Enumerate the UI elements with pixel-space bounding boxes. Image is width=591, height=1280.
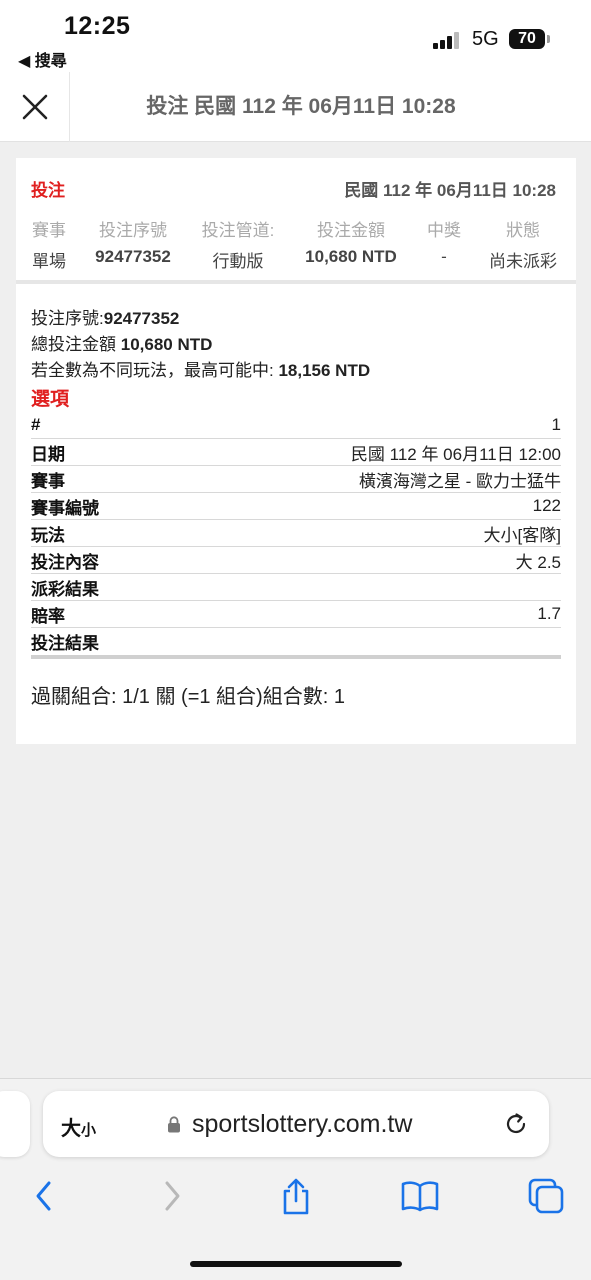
summary-header: 投注序號: [99, 221, 167, 240]
summary-col-serial: 投注序號 92477352: [90, 216, 176, 267]
table-row: 賽事編號 122: [31, 493, 561, 520]
row-value: 1: [551, 415, 561, 434]
row-key: 賽事: [31, 471, 65, 491]
table-row: 投注內容 大 2.5: [31, 547, 561, 574]
summary-col-channel: 投注管道: 行動版: [196, 216, 280, 272]
row-value: 1.7: [537, 604, 561, 623]
browser-nav-bar: [0, 1174, 591, 1224]
summary-value: 單場: [32, 252, 66, 271]
page-header: 投注 民國 112 年 06月11日 10:28: [0, 72, 591, 142]
row-key: 賠率: [31, 606, 65, 626]
summary-value: 行動版: [212, 252, 264, 271]
summary-col-status: 狀態 尚未派彩: [486, 216, 560, 272]
forward-button[interactable]: [150, 1174, 194, 1218]
chevron-left-icon: [36, 1181, 51, 1211]
table-row: 玩法 大小[客隊]: [31, 520, 561, 547]
url-text: sportslottery.com.tw: [192, 1110, 413, 1138]
summary-header: 投注金額: [317, 221, 385, 240]
row-key: 派彩結果: [31, 579, 99, 599]
text-size-small: 小: [81, 1122, 97, 1139]
table-row: 派彩結果: [31, 574, 561, 601]
back-button[interactable]: [22, 1174, 66, 1218]
max-win-value: 18,156 NTD: [278, 361, 371, 380]
summary-col-amount: 投注金額 10,680 NTD: [300, 216, 402, 267]
share-icon: [283, 1178, 309, 1215]
close-button[interactable]: [0, 72, 70, 142]
row-value: 大小[客隊]: [483, 525, 561, 545]
serial-line: 投注序號:92477352: [31, 304, 179, 329]
tabs-icon: [528, 1178, 564, 1214]
chevron-right-icon: [165, 1181, 180, 1211]
summary-col-event: 賽事 單場: [31, 216, 67, 272]
table-row: #1: [31, 412, 561, 439]
close-icon: [22, 94, 47, 120]
bookmarks-button[interactable]: [398, 1174, 442, 1218]
row-value: 橫濱海灣之星 - 歐力士猛牛: [358, 471, 561, 491]
share-button[interactable]: [274, 1174, 318, 1218]
text-size-big: 大: [61, 1118, 81, 1140]
table-bottom-border: [31, 655, 561, 659]
total-line: 總投注金額 10,680 NTD: [31, 330, 212, 355]
browser-toolbar: 大小 sportslottery.com.tw: [0, 1078, 591, 1280]
row-key: 賽事編號: [31, 498, 99, 518]
tabs-button[interactable]: [524, 1174, 568, 1218]
serial-label: 投注序號:: [31, 309, 104, 328]
options-title: 選項: [31, 389, 70, 410]
cellular-signal-icon: [433, 32, 463, 49]
status-bar: 12:25 ◀ 搜尋 5G 70: [0, 0, 591, 72]
total-value: 10,680 NTD: [120, 335, 213, 354]
total-label: 總投注金額: [31, 335, 121, 354]
table-row: 賠率 1.7: [31, 601, 561, 628]
max-win-line: 若全數為不同玩法，最高可能中: 18,156 NTD: [31, 356, 370, 381]
row-key: 投注內容: [31, 552, 99, 572]
summary-header: 中獎: [427, 221, 461, 240]
address-bar[interactable]: 大小 sportslottery.com.tw: [43, 1091, 549, 1157]
network-type: 5G: [472, 28, 499, 50]
page-title: 投注 民國 112 年 06月11日 10:28: [146, 95, 456, 118]
row-key: 日期: [31, 444, 65, 464]
summary-header: 投注管道:: [201, 221, 275, 240]
serial-value: 92477352: [103, 309, 180, 328]
table-row: 投注結果: [31, 628, 561, 655]
summary-value: 92477352: [95, 247, 171, 266]
book-icon: [401, 1181, 439, 1212]
row-key: #: [31, 415, 41, 434]
row-value: 大 2.5: [515, 552, 561, 572]
table-row: 日期 民國 112 年 06月11日 12:00: [31, 439, 561, 466]
summary-header: 狀態: [506, 221, 540, 240]
summary-date: 民國 112 年 06月11日 10:28: [344, 181, 556, 200]
battery-icon: 70: [509, 29, 550, 49]
text-size-button[interactable]: 大小: [61, 1112, 96, 1141]
back-to-app-link[interactable]: ◀ 搜尋: [18, 47, 67, 71]
row-value: 122: [532, 496, 561, 515]
home-indicator[interactable]: [190, 1261, 402, 1267]
lock-icon: [168, 1116, 180, 1133]
bet-summary-card: 投注 民國 112 年 06月11日 10:28 賽事 單場 投注序號 9247…: [16, 158, 576, 280]
bet-detail-card: 投注序號:92477352 總投注金額 10,680 NTD 若全數為不同玩法，…: [16, 284, 576, 744]
summary-header: 賽事: [32, 221, 66, 240]
row-key: 投注結果: [31, 634, 99, 653]
reload-icon[interactable]: [502, 1110, 530, 1138]
summary-value: 10,680 NTD: [305, 247, 397, 266]
previous-tab-preview[interactable]: [0, 1091, 30, 1157]
max-win-label: 若全數為不同玩法，最高可能中:: [31, 361, 279, 380]
summary-title: 投注: [31, 181, 65, 200]
options-table: #1 日期 民國 112 年 06月11日 12:00 賽事 橫濱海灣之星 - 歐力…: [31, 412, 561, 659]
summary-value: 尚未派彩: [489, 252, 557, 271]
status-time: 12:25: [64, 12, 131, 40]
row-key: 玩法: [31, 525, 65, 545]
summary-value: -: [441, 247, 447, 266]
row-value: 民國 112 年 06月11日 12:00: [350, 444, 561, 464]
combination-summary: 過關組合: 1/1 關 (=1 組合)組合數: 1: [31, 686, 345, 708]
summary-col-win: 中獎 -: [424, 216, 464, 267]
table-row: 賽事 橫濱海灣之星 - 歐力士猛牛: [31, 466, 561, 493]
